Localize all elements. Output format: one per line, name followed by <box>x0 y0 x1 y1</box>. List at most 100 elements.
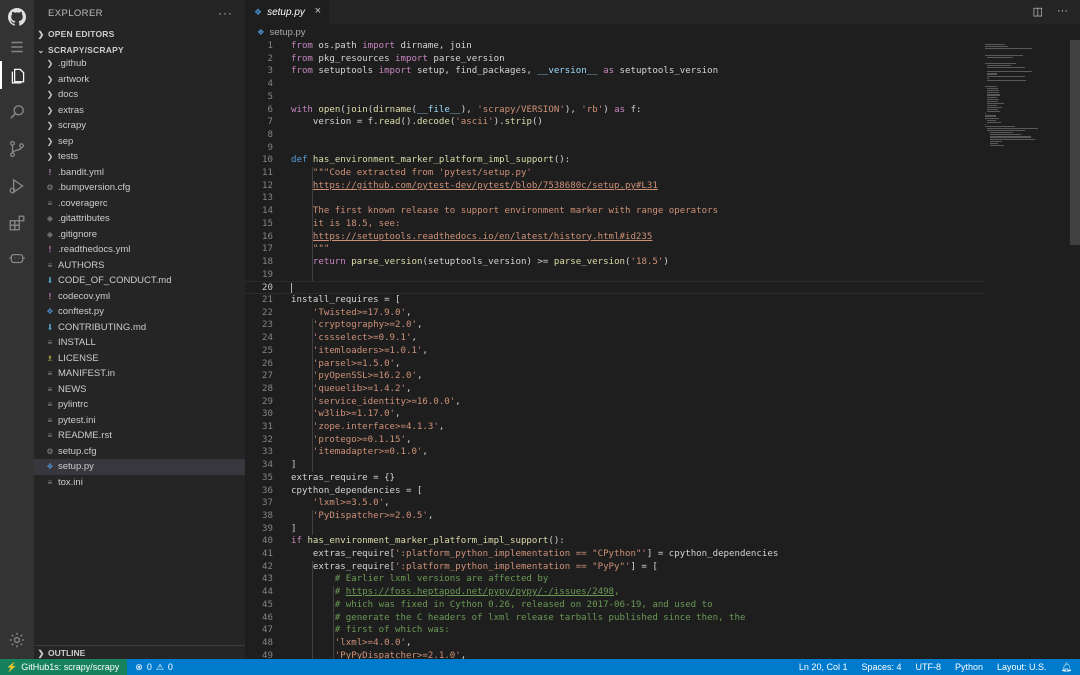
problems-indicator[interactable]: ⊗ 0 ⚠ 0 <box>127 662 173 673</box>
file-tree-item[interactable]: ❯ extras <box>34 103 245 119</box>
code-line[interactable]: 41 extras_require[':platform_python_impl… <box>245 548 985 561</box>
encoding[interactable]: UTF-8 <box>916 662 942 672</box>
code-editor[interactable]: 1 from os.path import dirname, join 2 from … <box>245 40 1080 659</box>
more-actions-icon[interactable]: ··· <box>218 6 233 20</box>
file-tree-item[interactable]: ◆ .gitignore <box>34 227 245 243</box>
source-control-icon[interactable] <box>0 135 34 163</box>
code-line[interactable]: 9 <box>245 142 985 155</box>
cursor-position[interactable]: Ln 20, Col 1 <box>799 662 848 672</box>
search-icon[interactable] <box>0 98 34 126</box>
code-line[interactable]: 11 """Code extracted from 'pytest/setup.… <box>245 167 985 180</box>
explorer-icon[interactable] <box>0 61 34 89</box>
code-line[interactable]: 37 'lxml>=3.5.0', <box>245 497 985 510</box>
file-tree-item[interactable]: ❯ artwork <box>34 72 245 88</box>
code-line[interactable]: 46 # generate the C headers of lxml rele… <box>245 612 985 625</box>
indentation[interactable]: Spaces: 4 <box>861 662 901 672</box>
code-line[interactable]: 30 'w3lib>=1.17.0', <box>245 408 985 421</box>
breadcrumb-file[interactable]: setup.py <box>270 27 306 38</box>
file-tree-item[interactable]: ❖ setup.py <box>34 459 245 475</box>
code-line[interactable]: 14 The first known release to support en… <box>245 205 985 218</box>
file-tree-item[interactable]: ❯ tests <box>34 149 245 165</box>
code-line[interactable]: 49 'PyPyDispatcher>=2.1.0', <box>245 650 985 659</box>
file-tree-item[interactable]: ❯ .github <box>34 56 245 72</box>
code-line[interactable]: 16 https://setuptools.readthedocs.io/en/… <box>245 231 985 244</box>
file-tree-item[interactable]: ≡ pytest.ini <box>34 413 245 429</box>
code-line[interactable]: 21 install_requires = [ <box>245 294 985 307</box>
remote-indicator[interactable]: ⚡ GitHub1s: scrapy/scrapy <box>0 659 128 675</box>
file-tree-item[interactable]: ❯ sep <box>34 134 245 150</box>
code-line[interactable]: 23 'cryptography>=2.0', <box>245 319 985 332</box>
code-line[interactable]: 40 if has_environment_marker_platform_imp… <box>245 535 985 548</box>
code-line[interactable]: 39] <box>245 523 985 536</box>
file-tree-item[interactable]: ≡ INSTALL <box>34 335 245 351</box>
code-line[interactable]: 12 https://github.com/pytest-dev/pytest/… <box>245 180 985 193</box>
file-tree-item[interactable]: ≡ README.rst <box>34 428 245 444</box>
remote-explorer-icon[interactable] <box>0 244 34 272</box>
code-line[interactable]: 48 'lxml>=4.0.0', <box>245 637 985 650</box>
file-tree-item[interactable]: ❯ docs <box>34 87 245 103</box>
code-line[interactable]: 45 # which was fixed in Cython 0.26, rel… <box>245 599 985 612</box>
github-icon[interactable] <box>0 3 34 31</box>
file-tree-item[interactable]: ≡ pylintrc <box>34 397 245 413</box>
file-tree-item[interactable]: ♗ LICENSE <box>34 351 245 367</box>
open-editors-section[interactable]: ❯ OPEN EDITORS <box>34 26 245 42</box>
file-tree-item[interactable]: ≡ NEWS <box>34 382 245 398</box>
code-line[interactable]: 18 return parse_version(setuptools_versi… <box>245 256 985 269</box>
run-debug-icon[interactable] <box>0 172 34 200</box>
code-line[interactable]: 29 'service_identity>=16.0.0', <box>245 396 985 409</box>
close-tab-icon[interactable]: × <box>315 5 321 17</box>
keyboard-layout[interactable]: Layout: U.S. <box>997 662 1047 672</box>
code-line[interactable]: 3 from setuptools import setup, find_pack… <box>245 65 985 78</box>
code-line[interactable]: 33 'itemadapter>=0.1.0', <box>245 446 985 459</box>
code-line[interactable]: 20 <box>245 281 985 294</box>
file-tree-item[interactable]: ! .bandit.yml <box>34 165 245 181</box>
code-line[interactable]: 44 # https://foss.heptapod.net/pypy/pypy… <box>245 586 985 599</box>
settings-gear-icon[interactable] <box>0 626 34 654</box>
scrollbar-thumb[interactable] <box>1070 40 1080 245</box>
code-line[interactable]: 15 it is 18.5, see: <box>245 218 985 231</box>
code-line[interactable]: 10 def has_environment_marker_platform_im… <box>245 154 985 167</box>
extensions-icon[interactable] <box>0 209 34 237</box>
outline-section[interactable]: ❯ OUTLINE <box>34 645 247 660</box>
code-line[interactable]: 27 'pyOpenSSL>=16.2.0', <box>245 370 985 383</box>
code-line[interactable]: 13 <box>245 192 985 205</box>
file-tree-item[interactable]: ⬇ CONTRIBUTING.md <box>34 320 245 336</box>
code-line[interactable]: 35 extras_require = {} <box>245 472 985 485</box>
file-tree-item[interactable]: ⚙ .bumpversion.cfg <box>34 180 245 196</box>
code-line[interactable]: 38 'PyDispatcher>=2.0.5', <box>245 510 985 523</box>
file-tree-item[interactable]: ! codecov.yml <box>34 289 245 305</box>
code-line[interactable]: 24 'cssselect>=0.9.1', <box>245 332 985 345</box>
code-line[interactable]: 26 'parsel>=1.5.0', <box>245 358 985 371</box>
file-tree-item[interactable]: ≡ tox.ini <box>34 475 245 491</box>
file-tree-item[interactable]: ≡ .coveragerc <box>34 196 245 212</box>
code-line[interactable]: 1 from os.path import dirname, join <box>245 40 985 53</box>
code-line[interactable]: 4 <box>245 78 985 91</box>
language-mode[interactable]: Python <box>955 662 983 672</box>
code-line[interactable]: 31 'zope.interface>=4.1.3', <box>245 421 985 434</box>
tab-setup-py[interactable]: ❖ setup.py × <box>245 0 329 24</box>
notifications-bell-icon[interactable]: 🔔︎ <box>1061 662 1072 673</box>
code-line[interactable]: 22 'Twisted>=17.9.0', <box>245 307 985 320</box>
more-actions-icon[interactable]: ··· <box>1057 5 1068 18</box>
file-tree-item[interactable]: ≡ MANIFEST.in <box>34 366 245 382</box>
code-line[interactable]: 28 'queuelib>=1.4.2', <box>245 383 985 396</box>
code-line[interactable]: 42 extras_require[':platform_python_impl… <box>245 561 985 574</box>
code-line[interactable]: 36 cpython_dependencies = [ <box>245 485 985 498</box>
code-line[interactable]: 5 <box>245 91 985 104</box>
code-line[interactable]: 43 # Earlier lxml versions are affected … <box>245 573 985 586</box>
editor-scrollbar[interactable] <box>1070 40 1080 659</box>
file-tree-item[interactable]: ! .readthedocs.yml <box>34 242 245 258</box>
file-tree-item[interactable]: ❯ scrapy <box>34 118 245 134</box>
code-line[interactable]: 2 from pkg_resources import parse_version <box>245 53 985 66</box>
code-line[interactable]: 34] <box>245 459 985 472</box>
code-line[interactable]: 17 """ <box>245 243 985 256</box>
split-editor-icon[interactable]: ◫ <box>1033 5 1043 18</box>
file-tree-item[interactable]: ⬇ CODE_OF_CONDUCT.md <box>34 273 245 289</box>
file-tree-item[interactable]: ⚙ setup.cfg <box>34 444 245 460</box>
code-line[interactable]: 6 with open(join(dirname(__file__), 'scra… <box>245 104 985 117</box>
code-line[interactable]: 25 'itemloaders>=1.0.1', <box>245 345 985 358</box>
menu-icon[interactable] <box>0 33 34 61</box>
code-line[interactable]: 32 'protego>=0.1.15', <box>245 434 985 447</box>
minimap[interactable] <box>985 40 1070 659</box>
file-tree-item[interactable]: ≡ AUTHORS <box>34 258 245 274</box>
